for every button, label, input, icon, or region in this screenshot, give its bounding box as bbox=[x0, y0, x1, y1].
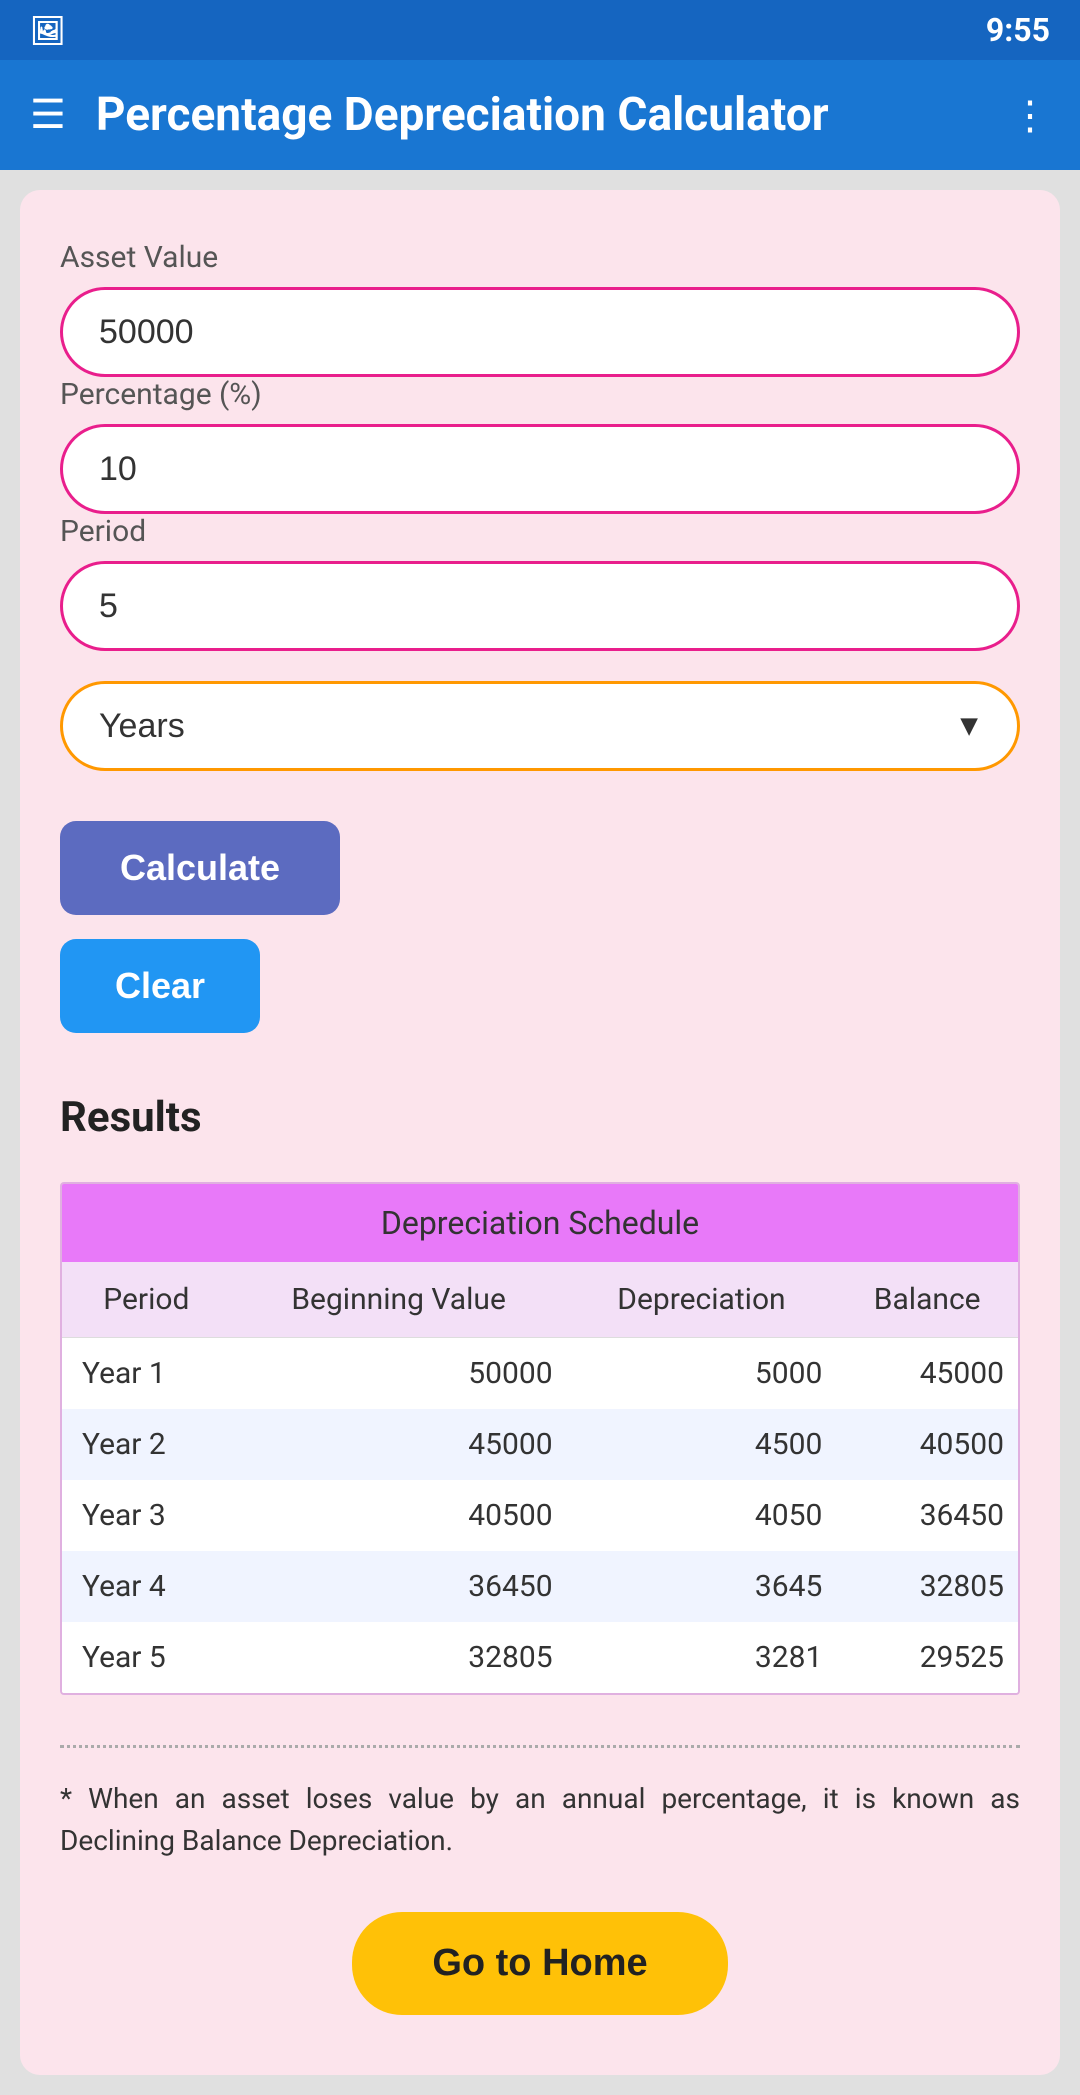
cell-balance: 45000 bbox=[836, 1338, 1018, 1410]
cell-balance: 36450 bbox=[836, 1480, 1018, 1551]
period-input[interactable] bbox=[60, 561, 1020, 651]
status-bar: 🖼 9:55 bbox=[0, 0, 1080, 60]
cell-depreciation: 4500 bbox=[567, 1409, 837, 1480]
percentage-label: Percentage (%) bbox=[60, 377, 1020, 412]
period-field-group: Period bbox=[60, 514, 1020, 651]
cell-beginning-value: 40500 bbox=[231, 1480, 567, 1551]
clear-button[interactable]: Clear bbox=[60, 939, 260, 1033]
table-row: Year 532805328129525 bbox=[62, 1622, 1018, 1693]
calculate-button[interactable]: Calculate bbox=[60, 821, 340, 915]
cell-depreciation: 4050 bbox=[567, 1480, 837, 1551]
cell-balance: 29525 bbox=[836, 1622, 1018, 1693]
cell-beginning-value: 45000 bbox=[231, 1409, 567, 1480]
cell-balance: 32805 bbox=[836, 1551, 1018, 1622]
percentage-input[interactable] bbox=[60, 424, 1020, 514]
table-row: Year 150000500045000 bbox=[62, 1338, 1018, 1410]
col-header-balance: Balance bbox=[836, 1262, 1018, 1338]
period-label: Period bbox=[60, 514, 1020, 549]
cell-depreciation: 5000 bbox=[567, 1338, 837, 1410]
table-row: Year 436450364532805 bbox=[62, 1551, 1018, 1622]
app-title: Percentage Depreciation Calculator bbox=[96, 88, 980, 142]
cell-depreciation: 3645 bbox=[567, 1551, 837, 1622]
cell-period: Year 3 bbox=[62, 1480, 231, 1551]
col-header-depreciation: Depreciation bbox=[567, 1262, 837, 1338]
asset-value-label: Asset Value bbox=[60, 240, 1020, 275]
cell-period: Year 4 bbox=[62, 1551, 231, 1622]
results-title: Results bbox=[60, 1093, 1020, 1142]
menu-icon[interactable]: ☰ bbox=[30, 95, 66, 135]
cell-beginning-value: 36450 bbox=[231, 1551, 567, 1622]
asset-value-input[interactable] bbox=[60, 287, 1020, 377]
footnote-text: * When an asset loses value by an annual… bbox=[60, 1778, 1020, 1862]
depreciation-table: Period Beginning Value Depreciation Bala… bbox=[62, 1262, 1018, 1693]
results-section: Results Depreciation Schedule Period Beg… bbox=[60, 1093, 1020, 1862]
status-bar-icon: 🖼 bbox=[30, 14, 66, 47]
cell-period: Year 5 bbox=[62, 1622, 231, 1693]
asset-value-field-group: Asset Value bbox=[60, 240, 1020, 377]
percentage-field-group: Percentage (%) bbox=[60, 377, 1020, 514]
go-home-button[interactable]: Go to Home bbox=[352, 1912, 727, 2015]
main-card: Asset Value Percentage (%) Period Years … bbox=[20, 190, 1060, 2075]
period-type-select[interactable]: Years Months bbox=[60, 681, 1020, 771]
cell-period: Year 1 bbox=[62, 1338, 231, 1410]
table-row: Year 245000450040500 bbox=[62, 1409, 1018, 1480]
cell-beginning-value: 32805 bbox=[231, 1622, 567, 1693]
col-header-period: Period bbox=[62, 1262, 231, 1338]
more-options-icon[interactable]: ⋮ bbox=[1010, 92, 1050, 139]
cell-depreciation: 3281 bbox=[567, 1622, 837, 1693]
cell-balance: 40500 bbox=[836, 1409, 1018, 1480]
app-bar: ☰ Percentage Depreciation Calculator ⋮ bbox=[0, 60, 1080, 170]
col-header-beginning-value: Beginning Value bbox=[231, 1262, 567, 1338]
table-schedule-title: Depreciation Schedule bbox=[62, 1184, 1018, 1262]
cell-period: Year 2 bbox=[62, 1409, 231, 1480]
table-header-row: Period Beginning Value Depreciation Bala… bbox=[62, 1262, 1018, 1338]
depreciation-table-container: Depreciation Schedule Period Beginning V… bbox=[60, 1182, 1020, 1695]
period-type-dropdown-wrapper: Years Months ▼ bbox=[60, 681, 1020, 771]
status-bar-time: 9:55 bbox=[986, 11, 1050, 49]
table-row: Year 340500405036450 bbox=[62, 1480, 1018, 1551]
cell-beginning-value: 50000 bbox=[231, 1338, 567, 1410]
dotted-divider bbox=[60, 1745, 1020, 1748]
